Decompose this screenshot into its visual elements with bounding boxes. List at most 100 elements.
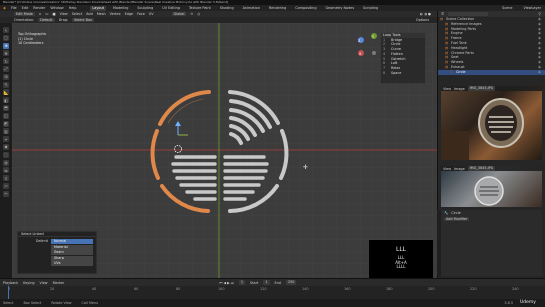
status-bar: Select Box Select Rotate View Call Menu … xyxy=(0,299,545,307)
menu-render[interactable]: Render xyxy=(33,6,45,10)
shrink-fatten-tool-icon[interactable]: ⇕ xyxy=(3,175,9,182)
visibility-eye-icon[interactable]: ◉ xyxy=(538,70,541,75)
menu-file[interactable]: File xyxy=(11,6,17,10)
image-editor-1[interactable]: View Image IMG_3843.JPG xyxy=(441,86,542,160)
menu-add[interactable]: Add xyxy=(86,12,93,16)
move-tool-icon[interactable]: ✥ xyxy=(3,50,9,57)
image-editor-2-view[interactable]: View xyxy=(443,167,451,171)
transform-tool-icon[interactable]: ⊞ xyxy=(3,73,9,80)
bevel-tool-icon[interactable]: ◩ xyxy=(3,120,9,127)
snap-icon[interactable]: ⊙ xyxy=(190,12,193,16)
image-editor-2-image[interactable]: Image xyxy=(454,167,465,171)
menu-edge[interactable]: Edge xyxy=(125,12,134,16)
shading-mode-icons[interactable]: ◐ ◑ ● xyxy=(420,12,431,16)
tab-sculpting[interactable]: Sculpting xyxy=(135,6,155,11)
properties-object-name[interactable]: Circle xyxy=(451,210,461,216)
loop-tools-panel: Loop Tools 1 Bridge 2 Circle 3 Curve 4 Flatt… xyxy=(380,32,426,84)
delimit-option-seam[interactable]: Seam xyxy=(51,250,93,256)
filter-icon[interactable]: ⚲ xyxy=(539,12,541,16)
wrench-icon[interactable]: 🔧 xyxy=(444,210,448,216)
add-modifier-button[interactable]: Add Modifier xyxy=(444,216,470,222)
delimit-option-uvs[interactable]: UVs xyxy=(51,261,93,267)
end-frame-field[interactable]: 250 xyxy=(285,280,297,285)
loop-cut-tool-icon[interactable]: ▥ xyxy=(3,128,9,135)
blender-logo-icon[interactable]: ◉ xyxy=(3,6,6,10)
vertex-select-icon[interactable]: ▫ xyxy=(39,12,41,16)
image-editor-1-image[interactable]: Image xyxy=(454,87,465,91)
delimit-option-sharp[interactable]: Sharp xyxy=(51,255,93,261)
add-cube-tool-icon[interactable]: ◧ xyxy=(3,97,9,104)
viewport-info: Top Orthographic (1) Circle 10 Centimete… xyxy=(18,32,46,46)
select-box-tool-icon[interactable]: ▢ xyxy=(3,34,9,41)
outliner-editor-icon[interactable]: ☰ xyxy=(441,12,444,16)
cursor-tool-icon[interactable]: ⊕ xyxy=(3,42,9,49)
menu-help[interactable]: Help xyxy=(69,6,77,10)
menu-keying[interactable]: Keying xyxy=(23,281,34,285)
inset-tool-icon[interactable]: ◫ xyxy=(3,112,9,119)
scale-tool-icon[interactable]: ⤢ xyxy=(3,65,9,72)
outliner-search-input[interactable] xyxy=(448,11,489,17)
current-frame-field[interactable]: 1 xyxy=(238,280,246,285)
menu-vertex[interactable]: Vertex xyxy=(110,12,121,16)
menu-timeline-view[interactable]: View xyxy=(40,281,48,285)
tab-geometry-nodes[interactable]: Geometry Nodes xyxy=(324,6,357,11)
spin-tool-icon[interactable]: ◌ xyxy=(3,151,9,158)
measure-tool-icon[interactable]: 📐 xyxy=(3,89,9,96)
mode-selector[interactable]: Edit Mode xyxy=(14,11,35,17)
image-editor-2[interactable]: View Image IMG_3845.JPG xyxy=(441,166,542,207)
edge-slide-tool-icon[interactable]: ⇆ xyxy=(3,167,9,174)
edge-select-icon[interactable]: ▭ xyxy=(45,12,48,16)
outliner-item-label: Circle xyxy=(456,69,466,74)
smooth-tool-icon[interactable]: ◍ xyxy=(3,159,9,166)
start-frame-field[interactable]: 1 xyxy=(263,280,270,285)
image-editor-1-view[interactable]: View xyxy=(443,87,451,91)
proportional-edit-icon[interactable]: ◎ xyxy=(197,12,200,16)
tab-uv-editing[interactable]: UV Editing xyxy=(160,6,182,11)
shear-tool-icon[interactable]: ▱ xyxy=(3,182,9,189)
view-layer-selector[interactable]: ViewLayer xyxy=(524,6,542,10)
menu-mesh[interactable]: Mesh xyxy=(97,12,106,16)
menu-select[interactable]: Select xyxy=(72,12,82,16)
delimit-option-material[interactable]: Material xyxy=(51,244,93,250)
poly-build-tool-icon[interactable]: ◆ xyxy=(3,143,9,150)
timeline-ruler[interactable]: 0 20 40 60 80 100 120 140 160 180 200 220 240 xyxy=(0,286,545,299)
scene-selector[interactable]: Scene xyxy=(502,6,512,10)
annotate-tool-icon[interactable]: ✎ xyxy=(3,81,9,88)
knife-tool-icon[interactable]: ⌿ xyxy=(3,136,9,143)
menu-window[interactable]: Window xyxy=(50,6,63,10)
menu-edit[interactable]: Edit xyxy=(22,6,29,10)
transform-orientation-dropdown[interactable]: Global xyxy=(171,11,187,17)
rip-tool-icon[interactable]: ✂ xyxy=(3,190,9,197)
outliner-item[interactable]: ▽ Circle ◉ xyxy=(438,69,545,75)
playhead[interactable] xyxy=(8,286,9,299)
last-operator-panel[interactable]: Select Linked Delimit Normal Material Se… xyxy=(17,231,97,274)
menu-uv[interactable]: UV xyxy=(149,12,154,16)
menu-view[interactable]: View xyxy=(60,12,68,16)
loop-tools-item[interactable]: 8 Space xyxy=(381,71,425,76)
drag-dropdown[interactable]: Select Box xyxy=(72,17,94,23)
orientation-dropdown[interactable]: Default xyxy=(38,17,55,23)
menu-playback[interactable]: Playback xyxy=(3,281,18,285)
status-call-menu: Call Menu xyxy=(81,301,99,305)
face-select-icon[interactable]: ■ xyxy=(52,12,55,16)
menu-face[interactable]: Face xyxy=(137,12,145,16)
extrude-tool-icon[interactable]: ⬒ xyxy=(3,104,9,111)
timeline-tick-label: 80 xyxy=(176,287,181,291)
tab-animation[interactable]: Animation xyxy=(241,6,262,11)
tab-compositing[interactable]: Compositing xyxy=(293,6,318,11)
tab-rendering[interactable]: Rendering xyxy=(267,6,288,11)
tab-shading[interactable]: Shading xyxy=(218,6,236,11)
timeline-tick-label: 180 xyxy=(386,287,393,291)
tab-modeling[interactable]: Modeling xyxy=(111,6,130,11)
timeline-header: Playback Keying View Marker ⏮ ◀ ▶ ⏭ 1 St… xyxy=(0,278,545,286)
delimit-option-normal[interactable]: Normal xyxy=(51,239,93,244)
options-dropdown[interactable]: Options xyxy=(416,18,429,22)
menu-marker[interactable]: Marker xyxy=(53,281,65,285)
tab-layout[interactable]: Layout xyxy=(90,5,106,11)
timeline-tick-label: 60 xyxy=(134,287,139,291)
playback-controls-icon[interactable]: ⏮ ◀ ▶ ⏭ xyxy=(219,281,234,285)
tweak-tool-icon[interactable]: ↖ xyxy=(3,27,9,33)
tab-texture-paint[interactable]: Texture Paint xyxy=(187,6,213,11)
rotate-tool-icon[interactable]: ↻ xyxy=(3,58,9,65)
tab-scripting[interactable]: Scripting xyxy=(361,6,380,11)
